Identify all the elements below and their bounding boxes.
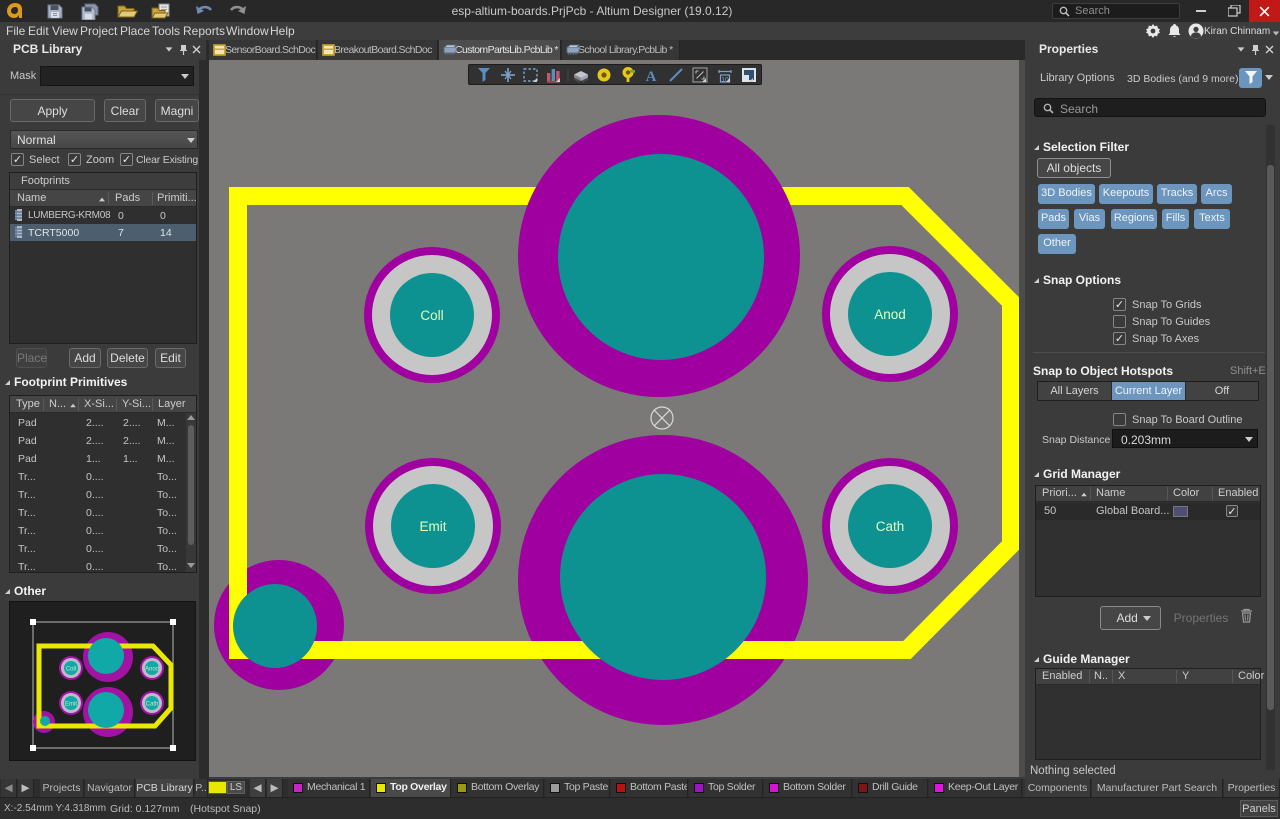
- svg-text:10: 10: [721, 77, 729, 84]
- svg-text:Cath: Cath: [876, 519, 905, 534]
- svg-text:Emit: Emit: [65, 702, 77, 708]
- svg-text:Cath: Cath: [146, 702, 159, 708]
- svg-text:Coll: Coll: [66, 667, 76, 673]
- svg-text:Anod: Anod: [145, 667, 159, 673]
- svg-text:Coll: Coll: [420, 308, 443, 323]
- svg-text:Emit: Emit: [420, 519, 447, 534]
- svg-text:A: A: [646, 69, 657, 83]
- svg-text:Anod: Anod: [874, 307, 906, 322]
